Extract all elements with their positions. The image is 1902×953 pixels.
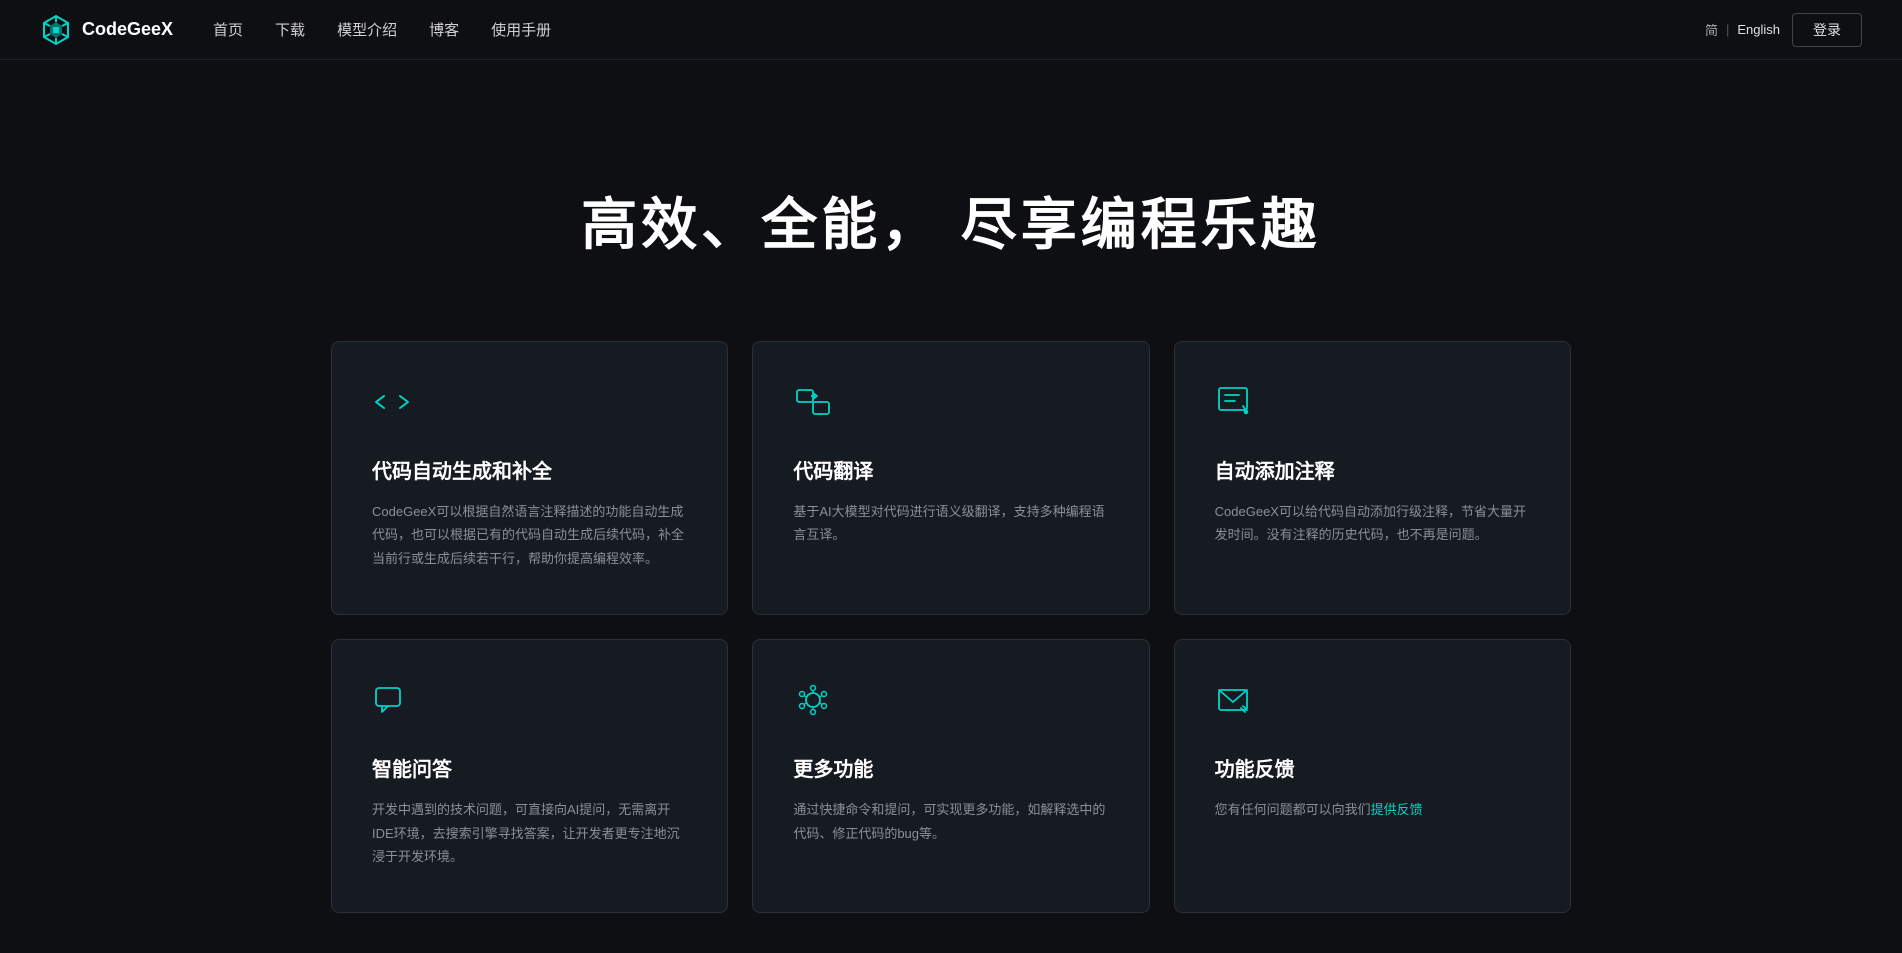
nav-item-model[interactable]: 模型介绍 — [337, 22, 397, 39]
feature-card-feedback: 功能反馈 您有任何问题都可以向我们提供反馈 — [1174, 639, 1571, 913]
feature-title-feedback: 功能反馈 — [1215, 753, 1530, 782]
feature-title-more: 更多功能 — [793, 753, 1108, 782]
feature-title-comment: 自动添加注释 — [1215, 455, 1530, 484]
hero-title: 高效、全能， 尽享编程乐趣 — [40, 180, 1862, 261]
feature-desc-qa: 开发中遇到的技术问题，可直接向AI提问，无需离开IDE环境，去搜索引擎寻找答案，… — [372, 798, 687, 868]
comment-icon — [1215, 382, 1530, 427]
feature-card-comment: 自动添加注释 CodeGeeX可以给代码自动添加行级注释，节省大量开发时间。没有… — [1174, 341, 1571, 615]
navbar: CodeGeeX 首页 下载 模型介绍 博客 使用手册 简 | English … — [0, 0, 1902, 60]
feature-card-more: 更多功能 通过快捷命令和提问，可实现更多功能，如解释选中的代码、修正代码的bug… — [752, 639, 1149, 913]
main-content: 高效、全能， 尽享编程乐趣 代码自动生成和补全 CodeGeeX可以根据自然语言… — [0, 60, 1902, 953]
navbar-right: 简 | English 登录 — [1705, 13, 1862, 47]
nav-item-home[interactable]: 首页 — [213, 22, 243, 39]
feature-desc-more: 通过快捷命令和提问，可实现更多功能，如解释选中的代码、修正代码的bug等。 — [793, 798, 1108, 845]
nav-links: 首页 下载 模型介绍 博客 使用手册 — [213, 19, 551, 40]
feature-card-codegen: 代码自动生成和补全 CodeGeeX可以根据自然语言注释描述的功能自动生成代码，… — [331, 341, 728, 615]
feature-card-qa: 智能问答 开发中遇到的技术问题，可直接向AI提问，无需离开IDE环境，去搜索引擎… — [331, 639, 728, 913]
lang-cn-button[interactable]: 简 — [1705, 20, 1718, 39]
more-icon — [793, 680, 1108, 725]
feature-grid-row2: 智能问答 开发中遇到的技术问题，可直接向AI提问，无需离开IDE环境，去搜索引擎… — [331, 639, 1571, 913]
code-icon — [372, 382, 687, 427]
feature-card-translate: 代码翻译 基于AI大模型对代码进行语义级翻译，支持多种编程语言互译。 — [752, 341, 1149, 615]
feedback-icon — [1215, 680, 1530, 725]
nav-item-download[interactable]: 下载 — [275, 22, 305, 39]
login-button[interactable]: 登录 — [1792, 13, 1862, 47]
logo-link[interactable]: CodeGeeX — [40, 14, 173, 46]
lang-en-button[interactable]: English — [1737, 22, 1780, 37]
translate-icon — [793, 382, 1108, 427]
feature-desc-translate: 基于AI大模型对代码进行语义级翻译，支持多种编程语言互译。 — [793, 500, 1108, 547]
lang-switcher: 简 | English — [1705, 20, 1780, 39]
hero-section: 高效、全能， 尽享编程乐趣 — [40, 120, 1862, 341]
feature-grid-row1: 代码自动生成和补全 CodeGeeX可以根据自然语言注释描述的功能自动生成代码，… — [331, 341, 1571, 615]
logo-text: CodeGeeX — [82, 19, 173, 40]
nav-item-manual[interactable]: 使用手册 — [491, 22, 551, 39]
feature-title-translate: 代码翻译 — [793, 455, 1108, 484]
chat-icon — [372, 680, 687, 725]
logo-icon — [40, 14, 72, 46]
lang-divider: | — [1726, 22, 1729, 37]
navbar-left: CodeGeeX 首页 下载 模型介绍 博客 使用手册 — [40, 14, 551, 46]
feature-desc-feedback: 您有任何问题都可以向我们提供反馈 — [1215, 798, 1530, 821]
nav-item-blog[interactable]: 博客 — [429, 22, 459, 39]
feature-desc-comment: CodeGeeX可以给代码自动添加行级注释，节省大量开发时间。没有注释的历史代码… — [1215, 500, 1530, 547]
feature-title-codegen: 代码自动生成和补全 — [372, 455, 687, 484]
feature-title-qa: 智能问答 — [372, 753, 687, 782]
feature-desc-codegen: CodeGeeX可以根据自然语言注释描述的功能自动生成代码，也可以根据已有的代码… — [372, 500, 687, 570]
feedback-link[interactable]: 提供反馈 — [1371, 802, 1423, 817]
